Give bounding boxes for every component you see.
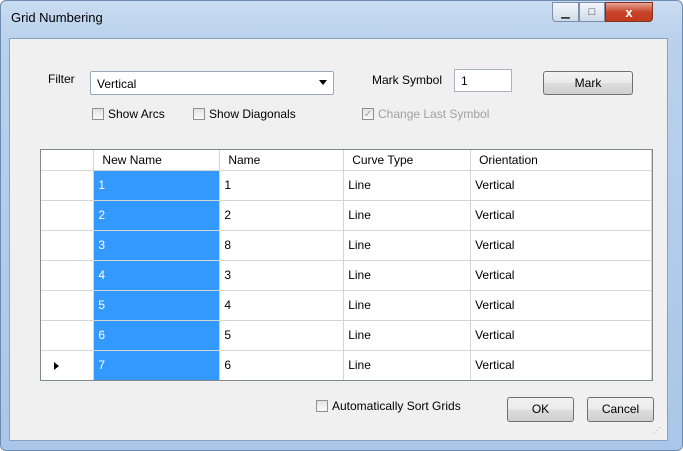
minimize-button[interactable]: ▁ (552, 2, 579, 22)
filter-label: Filter (48, 72, 75, 86)
checkbox-icon (193, 108, 205, 120)
cell-new-name[interactable]: 1 (93, 170, 221, 201)
checkmark-icon: ✓ (362, 108, 374, 120)
grid-table[interactable]: New Name Name Curve Type Orientation 1 1… (40, 149, 653, 381)
row-header[interactable] (41, 320, 95, 351)
dialog-window: Grid Numbering ▁ □ x Filter Vertical Mar… (0, 0, 683, 451)
change-last-symbol-checkbox[interactable]: ✓ Change Last Symbol (362, 107, 489, 121)
cell-curve-type[interactable]: Line (343, 200, 472, 231)
cell-new-name[interactable]: 4 (93, 260, 221, 291)
cell-orientation[interactable]: Vertical (470, 260, 652, 291)
chevron-down-icon (319, 80, 327, 85)
table-row[interactable]: 2 2 Line Vertical (41, 200, 652, 231)
close-icon: x (625, 4, 633, 20)
cell-new-name[interactable]: 3 (93, 230, 221, 261)
auto-sort-label: Automatically Sort Grids (332, 399, 461, 413)
resize-grip-icon[interactable]: ⋰ (653, 426, 663, 436)
close-button[interactable]: x (605, 2, 653, 22)
cell-name[interactable]: 8 (219, 230, 345, 261)
cell-orientation[interactable]: Vertical (470, 320, 652, 351)
cell-name[interactable]: 4 (219, 290, 345, 321)
cell-orientation[interactable]: Vertical (470, 230, 652, 261)
table-row[interactable]: 7 6 Line Vertical (41, 350, 652, 380)
cell-name[interactable]: 3 (219, 260, 345, 291)
cell-orientation[interactable]: Vertical (470, 290, 652, 321)
checkbox-icon (92, 108, 104, 120)
filter-dropdown[interactable]: Vertical (90, 71, 334, 95)
ok-button[interactable]: OK (507, 397, 574, 422)
show-arcs-checkbox[interactable]: Show Arcs (92, 107, 165, 121)
cell-new-name[interactable]: 7 (93, 350, 221, 380)
filter-selected-value: Vertical (97, 77, 137, 91)
dialog-body: Filter Vertical Mark Symbol 1 Mark Show … (9, 38, 668, 441)
table-row[interactable]: 6 5 Line Vertical (41, 320, 652, 351)
cell-new-name[interactable]: 5 (93, 290, 221, 321)
row-header[interactable] (41, 200, 95, 231)
mark-symbol-label: Mark Symbol (372, 73, 443, 87)
cell-curve-type[interactable]: Line (343, 350, 472, 380)
title-bar[interactable]: Grid Numbering ▁ □ x (1, 1, 682, 35)
cancel-button[interactable]: Cancel (587, 397, 654, 422)
window-title: Grid Numbering (11, 10, 103, 25)
minimize-icon: ▁ (561, 6, 570, 19)
cell-curve-type[interactable]: Line (343, 290, 472, 321)
cell-curve-type[interactable]: Line (343, 230, 472, 261)
table-row[interactable]: 3 8 Line Vertical (41, 230, 652, 261)
show-arcs-label: Show Arcs (108, 107, 165, 121)
row-header-corner (41, 150, 95, 171)
cell-name[interactable]: 6 (219, 350, 345, 380)
cell-name[interactable]: 5 (219, 320, 345, 351)
row-header[interactable] (41, 290, 95, 321)
row-header[interactable] (41, 230, 95, 261)
cell-curve-type[interactable]: Line (343, 170, 472, 201)
column-header-orientation[interactable]: Orientation (470, 150, 652, 171)
mark-button[interactable]: Mark (543, 71, 633, 95)
mark-symbol-input[interactable]: 1 (454, 69, 512, 92)
show-diagonals-label: Show Diagonals (209, 107, 296, 121)
row-header[interactable] (41, 260, 95, 291)
mark-symbol-value: 1 (461, 74, 468, 88)
cell-new-name[interactable]: 6 (93, 320, 221, 351)
maximize-icon: □ (588, 6, 596, 18)
auto-sort-checkbox[interactable]: Automatically Sort Grids (316, 399, 461, 413)
table-row[interactable]: 5 4 Line Vertical (41, 290, 652, 321)
maximize-button[interactable]: □ (579, 2, 605, 22)
row-header[interactable] (41, 170, 95, 201)
table-row[interactable]: 4 3 Line Vertical (41, 260, 652, 291)
column-header-new-name[interactable]: New Name (93, 150, 221, 171)
cell-name[interactable]: 2 (219, 200, 345, 231)
table-row[interactable]: 1 1 Line Vertical (41, 170, 652, 201)
cell-new-name[interactable]: 2 (93, 200, 221, 231)
current-row-arrow-icon (54, 361, 59, 370)
column-header-name[interactable]: Name (219, 150, 345, 171)
show-diagonals-checkbox[interactable]: Show Diagonals (193, 107, 296, 121)
table-header-row: New Name Name Curve Type Orientation (41, 150, 652, 171)
change-last-symbol-label: Change Last Symbol (378, 107, 490, 121)
cell-name[interactable]: 1 (219, 170, 345, 201)
cell-orientation[interactable]: Vertical (470, 170, 652, 201)
cell-orientation[interactable]: Vertical (470, 350, 652, 380)
cell-orientation[interactable]: Vertical (470, 200, 652, 231)
row-header-current[interactable] (41, 350, 95, 380)
cell-curve-type[interactable]: Line (343, 260, 472, 291)
column-header-curve-type[interactable]: Curve Type (343, 150, 472, 171)
checkbox-icon (316, 400, 328, 412)
cell-curve-type[interactable]: Line (343, 320, 472, 351)
